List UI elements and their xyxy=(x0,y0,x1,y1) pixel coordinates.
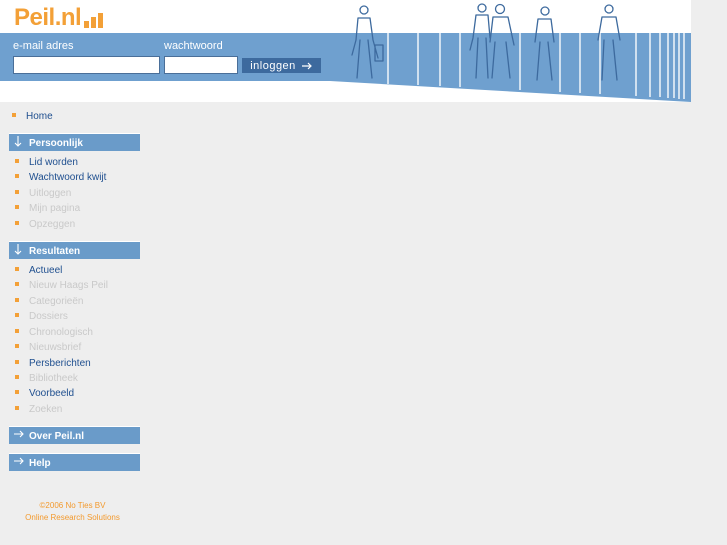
bullet-icon xyxy=(15,174,19,178)
sidebar-item-label: Wachtwoord kwijt xyxy=(29,172,107,183)
header-artwork xyxy=(0,3,691,102)
sidebar-item-label: Voorbeeld xyxy=(29,388,75,399)
sidebar-item-opzeggen: Opzeggen xyxy=(15,219,76,231)
section-persoonlijk[interactable]: Persoonlijk xyxy=(9,133,140,151)
sidebar-item-nieuw-haags-peil: Nieuw Haags Peil xyxy=(15,280,108,292)
sidebar-item-nieuwsbrief: Nieuwsbrief xyxy=(15,342,82,354)
sidebar-item-home[interactable]: Home xyxy=(12,111,53,123)
sidebar-item-wachtwoord-kwijt[interactable]: Wachtwoord kwijt xyxy=(15,172,107,184)
bullet-icon xyxy=(15,282,19,286)
password-input[interactable] xyxy=(164,56,238,74)
bullet-icon xyxy=(15,406,19,410)
sidebar-item-persberichten[interactable]: Persberichten xyxy=(15,358,91,370)
section-title: Persoonlijk xyxy=(29,138,83,149)
bullet-icon xyxy=(15,329,19,333)
sidebar-item-label: Opzeggen xyxy=(29,219,76,230)
sidebar-item-label: Dossiers xyxy=(29,311,68,322)
sidebar-item-dossiers: Dossiers xyxy=(15,311,68,323)
bullet-icon xyxy=(15,298,19,302)
email-label: e-mail adres xyxy=(13,40,74,52)
footer-tagline: Online Research Solutions xyxy=(25,513,120,522)
sidebar-item-label: Categorieën xyxy=(29,296,84,307)
sidebar-item-label: Mijn pagina xyxy=(29,203,81,214)
section-over-peil[interactable]: Over Peil.nl xyxy=(9,426,140,444)
password-label: wachtwoord xyxy=(164,40,223,52)
sidebar-item-chronologisch: Chronologisch xyxy=(15,327,93,339)
bullet-icon xyxy=(15,205,19,209)
site-header: Peil.nl e-mail adres wachtwoord inloggen xyxy=(0,0,691,102)
bullet-icon xyxy=(15,390,19,394)
sidebar-item-label: Home xyxy=(26,111,53,122)
arrow-right-icon xyxy=(14,457,24,465)
bullet-icon xyxy=(15,375,19,379)
sidebar-item-bibliotheek: Bibliotheek xyxy=(15,373,78,385)
section-title: Over Peil.nl xyxy=(29,431,85,442)
footer-copyright: ©2006 No Ties BV xyxy=(39,501,106,510)
sidebar-item-label: Lid worden xyxy=(29,157,78,168)
bullet-icon xyxy=(15,190,19,194)
logo-text: Peil.nl xyxy=(14,4,82,31)
bullet-icon xyxy=(15,360,19,364)
bullet-icon xyxy=(15,159,19,163)
arrow-down-icon xyxy=(14,244,22,255)
arrow-right-icon xyxy=(14,430,24,438)
sidebar-item-mijn-pagina: Mijn pagina xyxy=(15,203,81,215)
sidebar-item-voorbeeld[interactable]: Voorbeeld xyxy=(15,388,75,400)
sidebar-item-categorieen: Categorieën xyxy=(15,296,84,308)
sidebar-item-label: Zoeken xyxy=(29,404,63,415)
bullet-icon xyxy=(15,313,19,317)
sidebar-item-label: Persberichten xyxy=(29,358,91,369)
sidebar-item-label: Nieuwsbrief xyxy=(29,342,82,353)
sidebar-item-label: Chronologisch xyxy=(29,327,93,338)
peil-logo[interactable]: Peil.nl xyxy=(14,4,104,31)
sidebar-item-zoeken: Zoeken xyxy=(15,404,63,416)
bullet-icon xyxy=(15,344,19,348)
sidebar-item-label: Bibliotheek xyxy=(29,373,78,384)
arrow-down-icon xyxy=(14,136,22,147)
bullet-icon xyxy=(15,221,19,225)
arrow-right-icon xyxy=(301,62,312,69)
footer-credit: ©2006 No Ties BV Online Research Solutio… xyxy=(0,500,145,524)
sidebar-item-label: Actueel xyxy=(29,265,63,276)
bullet-icon xyxy=(12,113,16,117)
sidebar-item-label: Uitloggen xyxy=(29,188,72,199)
section-resultaten[interactable]: Resultaten xyxy=(9,241,140,259)
sidebar-item-label: Nieuw Haags Peil xyxy=(29,280,108,291)
section-title: Resultaten xyxy=(29,246,81,257)
login-button-label: inloggen xyxy=(250,59,296,72)
sidebar-item-actueel[interactable]: Actueel xyxy=(15,265,63,277)
sidebar-item-lid-worden[interactable]: Lid worden xyxy=(15,157,78,169)
bullet-icon xyxy=(15,267,19,271)
login-button[interactable]: inloggen xyxy=(242,58,321,73)
section-help[interactable]: Help xyxy=(9,453,140,471)
section-title: Help xyxy=(29,458,51,469)
sidebar-item-uitloggen: Uitloggen xyxy=(15,188,72,200)
email-input[interactable] xyxy=(13,56,160,74)
logo-bars-icon xyxy=(84,13,104,30)
